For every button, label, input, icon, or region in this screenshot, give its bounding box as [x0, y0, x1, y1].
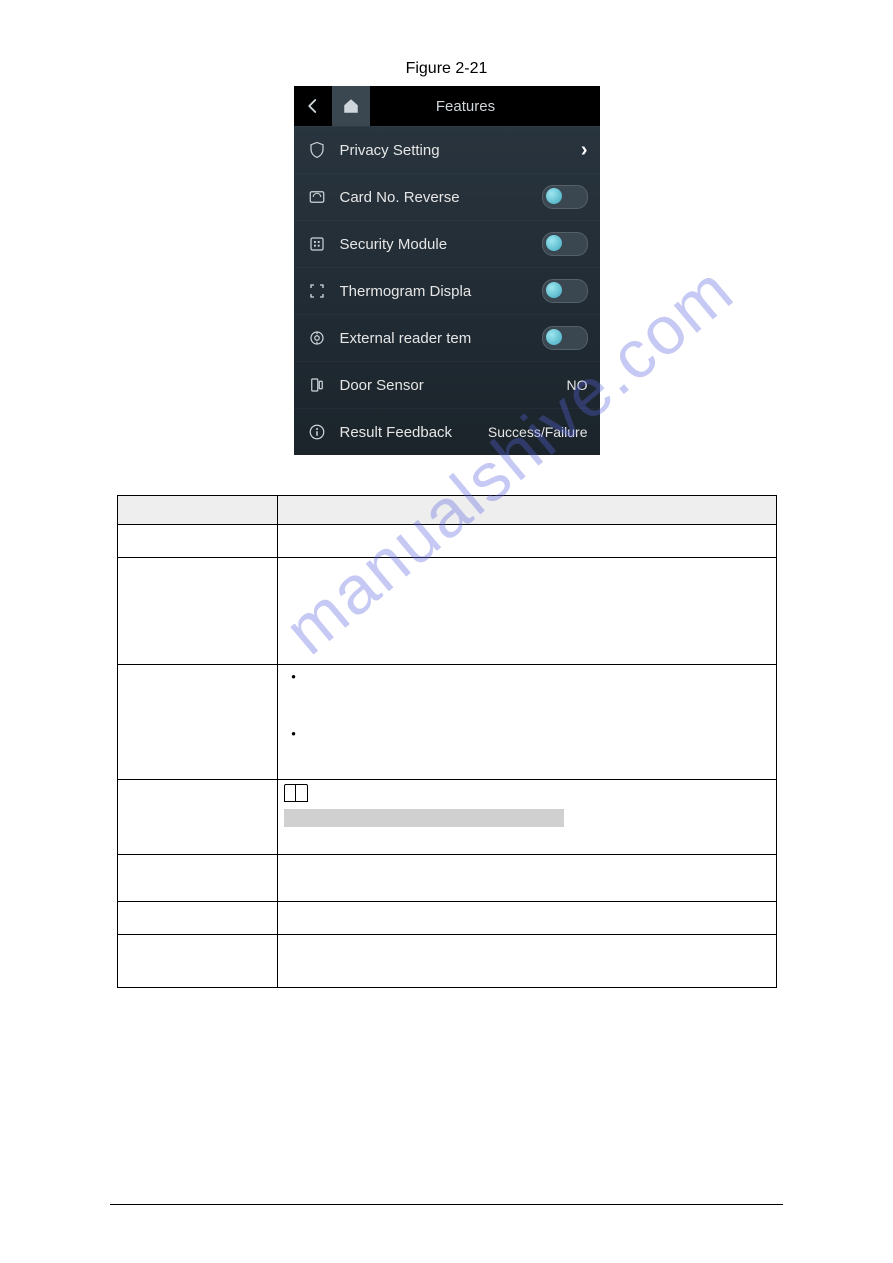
features-table: • •: [117, 495, 777, 988]
back-button[interactable]: [294, 86, 332, 126]
toggle-security-module[interactable]: [542, 232, 588, 256]
info-icon: [306, 421, 328, 443]
door-icon: [306, 374, 328, 396]
toggle-card-no-reverse[interactable]: [542, 185, 588, 209]
scan-icon: [306, 280, 328, 302]
module-icon: [306, 233, 328, 255]
chevron-right-icon: ›: [581, 139, 588, 162]
table-row: [117, 902, 776, 935]
table-header-row: [117, 496, 776, 525]
toggle-thermogram-display[interactable]: [542, 279, 588, 303]
table-row: [117, 558, 776, 665]
reader-icon: [306, 327, 328, 349]
bullet-item: •: [284, 726, 770, 741]
row-card-no-reverse[interactable]: Card No. Reverse: [294, 173, 600, 220]
table-row: [117, 855, 776, 902]
card-icon: [306, 186, 328, 208]
table-row: [117, 780, 776, 855]
row-value: NO: [567, 377, 588, 393]
row-label: Thermogram Displa: [340, 283, 542, 300]
row-door-sensor[interactable]: Door Sensor NO: [294, 361, 600, 408]
row-result-feedback[interactable]: Result Feedback Success/Failure: [294, 408, 600, 455]
table-row: • •: [117, 665, 776, 780]
row-label: External reader tem: [340, 330, 542, 347]
table-header-description: [277, 496, 776, 525]
toggle-external-reader[interactable]: [542, 326, 588, 350]
row-privacy-setting[interactable]: Privacy Setting ›: [294, 126, 600, 173]
device-titlebar: Features: [294, 86, 600, 126]
row-label: Card No. Reverse: [340, 189, 542, 206]
grey-highlight-bar: [284, 809, 564, 827]
table-header-parameter: [117, 496, 277, 525]
device-screen: Features Privacy Setting › Card No. Reve…: [294, 86, 600, 455]
row-label: Security Module: [340, 236, 542, 253]
row-value: Success/Failure: [488, 424, 588, 440]
home-icon: [342, 97, 360, 115]
note-book-icon: [284, 784, 308, 802]
table-row: [117, 935, 776, 988]
shield-icon: [306, 139, 328, 161]
row-label: Result Feedback: [340, 424, 488, 441]
row-security-module[interactable]: Security Module: [294, 220, 600, 267]
row-thermogram-display[interactable]: Thermogram Displa: [294, 267, 600, 314]
row-label: Privacy Setting: [340, 142, 581, 159]
bullet-item: •: [284, 669, 770, 684]
figure-label: Figure 2-21: [0, 0, 893, 78]
row-external-reader-temp[interactable]: External reader tem: [294, 314, 600, 361]
device-title: Features: [370, 98, 562, 115]
footer-rule: [110, 1204, 783, 1205]
table-row: [117, 525, 776, 558]
row-label: Door Sensor: [340, 377, 567, 394]
home-button[interactable]: [332, 86, 370, 126]
back-arrow-icon: [304, 97, 322, 115]
